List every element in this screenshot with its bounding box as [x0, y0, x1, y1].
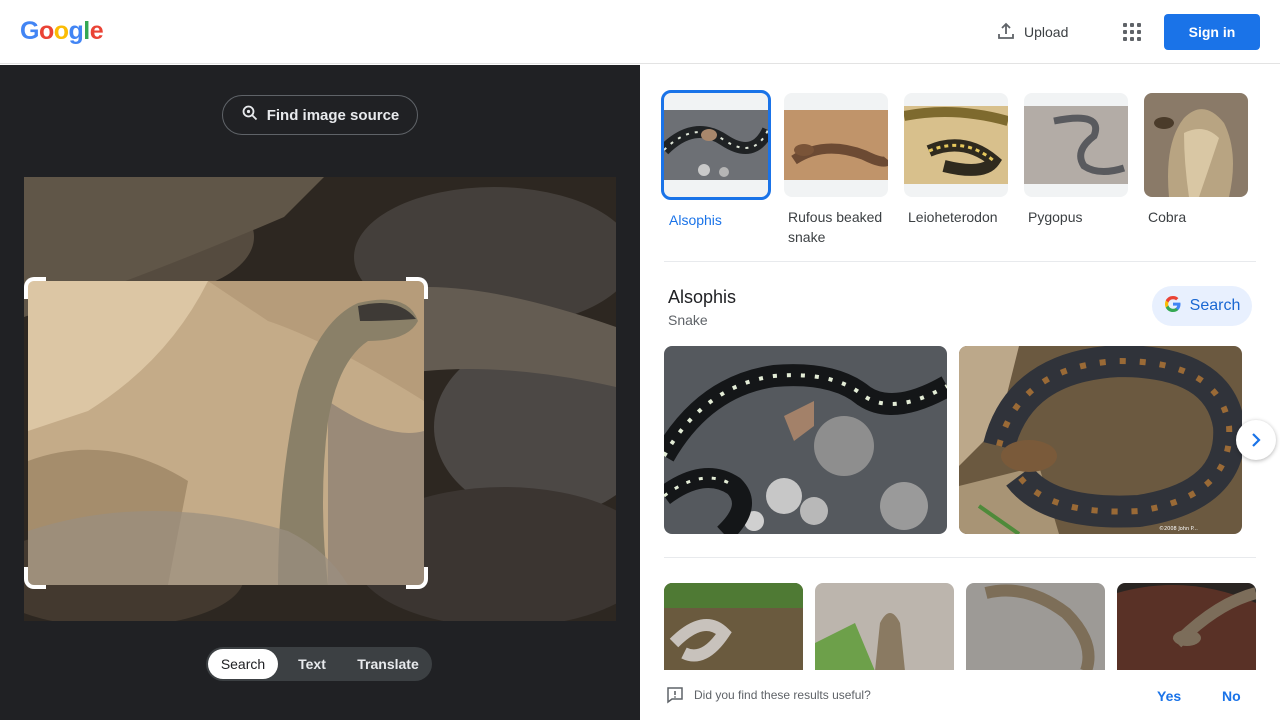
crop-corner-handle[interactable]	[406, 567, 428, 589]
candidate-thumbnail	[904, 93, 1008, 197]
candidate-thumbnail	[1024, 93, 1128, 197]
black-white-snake-photo	[664, 346, 947, 534]
mode-text-tab[interactable]: Text	[278, 649, 346, 679]
divider	[664, 261, 1256, 262]
candidate-thumbnail	[1144, 93, 1248, 197]
result-image[interactable]	[664, 346, 947, 534]
candidate-label: Alsophis	[669, 212, 722, 228]
top-bar: Google Upload Sign in	[0, 0, 1280, 64]
feedback-yes-button[interactable]: Yes	[1157, 688, 1181, 704]
cropped-snake-region	[28, 281, 424, 585]
feedback-bar: Did you find these results useful? Yes N…	[640, 670, 1280, 720]
candidate-thumbnail	[784, 93, 888, 197]
feedback-no-button[interactable]: No	[1222, 688, 1241, 704]
candidate-label: Pygopus	[1028, 209, 1083, 225]
mode-translate-tab[interactable]: Translate	[346, 649, 430, 679]
lens-search-icon	[241, 104, 259, 126]
google-search-label: Search	[1189, 297, 1241, 314]
crop-corner-handle[interactable]	[24, 277, 46, 299]
chevron-right-icon	[1252, 433, 1261, 447]
candidate-label: Cobra	[1148, 209, 1187, 225]
google-search-button[interactable]: Search	[1152, 286, 1252, 326]
lens-mode-switcher: Search Text Translate	[206, 647, 432, 681]
feedback-question: Did you find these results useful?	[694, 688, 871, 702]
uploaded-image[interactable]	[24, 177, 616, 621]
find-image-source-label: Find image source	[266, 106, 400, 124]
upload-icon	[996, 21, 1016, 44]
candidate-thumbnail	[661, 90, 771, 200]
candidate-pygopus[interactable]: Pygopus	[1024, 93, 1128, 247]
apps-grid-icon[interactable]	[1118, 18, 1146, 46]
sign-in-button[interactable]: Sign in	[1164, 14, 1260, 50]
feedback-icon	[666, 686, 684, 709]
crop-selection[interactable]	[24, 277, 428, 589]
candidate-list: Alsophis Rufous beaked snake Leioheterod…	[661, 90, 1248, 247]
mode-search-tab[interactable]: Search	[208, 649, 278, 679]
find-image-source-button[interactable]: Find image source	[222, 95, 418, 135]
result-image[interactable]	[664, 583, 803, 671]
candidate-alsophis[interactable]: Alsophis	[661, 90, 771, 247]
candidate-leioheterodon[interactable]: Leioheterodon	[904, 93, 1008, 247]
candidate-cobra[interactable]: Cobra	[1144, 93, 1248, 247]
result-image[interactable]: ©2008 John P...	[959, 346, 1242, 534]
photo-watermark: ©2008 John P...	[1159, 525, 1198, 532]
candidate-label: Rufous beaked snake	[788, 209, 883, 245]
upload-label: Upload	[1024, 24, 1069, 40]
entity-title: Alsophis	[668, 287, 737, 307]
result-image[interactable]	[966, 583, 1105, 671]
result-image[interactable]	[1117, 583, 1256, 671]
brown-snake-photo: ©2008 John P...	[959, 346, 1242, 534]
divider	[664, 557, 1256, 558]
crop-corner-handle[interactable]	[406, 277, 428, 299]
lens-panel: Find image source Search Text Translate	[0, 65, 640, 720]
next-arrow-button[interactable]	[1236, 420, 1276, 460]
result-image[interactable]	[815, 583, 954, 671]
google-logo[interactable]: Google	[20, 17, 104, 46]
entity-subtitle: Snake	[668, 312, 708, 328]
candidate-rufous-beaked-snake[interactable]: Rufous beaked snake	[784, 93, 888, 247]
google-g-icon	[1164, 295, 1182, 318]
upload-button[interactable]: Upload	[988, 16, 1076, 48]
candidate-label: Leioheterodon	[908, 209, 998, 225]
results-panel: Alsophis Rufous beaked snake Leioheterod…	[640, 65, 1280, 720]
crop-corner-handle[interactable]	[24, 567, 46, 589]
